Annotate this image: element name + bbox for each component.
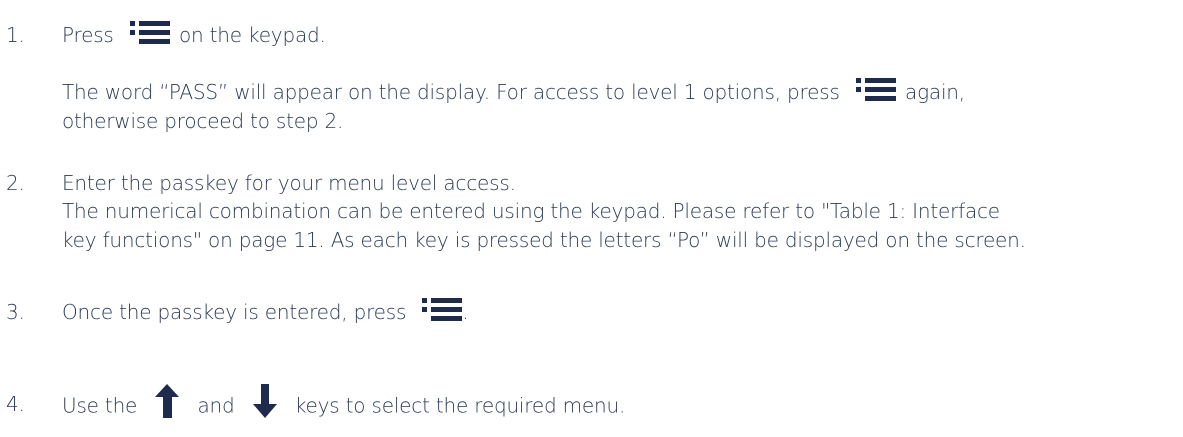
step-2-line-3: key functions" on page 11. As each key i… — [62, 228, 1026, 252]
step-text: keys to select the required menu. — [294, 393, 626, 418]
arrow-up-icon — [155, 384, 180, 418]
note-text: again, — [905, 80, 965, 104]
step-1-note-line-2: otherwise proceed to step 2. — [62, 109, 344, 133]
step-4-line: Use the and keys to select the required … — [62, 384, 626, 424]
step-text: on the keypad. — [178, 23, 326, 47]
step-1-note-line-1: The word “PASS” will appear on the displ… — [62, 77, 965, 106]
step-number: 2. — [6, 171, 25, 195]
step-text: and — [197, 393, 235, 418]
step-number: 4. — [6, 392, 25, 416]
step-number: 1. — [6, 23, 25, 47]
step-2-line-1: Enter the passkey for your menu level ac… — [62, 171, 516, 195]
step-text: Press — [62, 23, 114, 47]
step-2-line-2: The numerical combination can be entered… — [62, 199, 1000, 223]
step-3-line: Once the passkey is entered, press . — [62, 297, 469, 326]
menu-icon — [855, 77, 896, 102]
step-number: 3. — [6, 300, 25, 324]
step-text: Use the — [62, 393, 138, 418]
step-text: . — [462, 300, 469, 324]
note-text: The word “PASS” will appear on the displ… — [62, 80, 840, 104]
step-1-line: Press on the keypad. — [62, 20, 326, 49]
step-text: Once the passkey is entered, press — [62, 300, 407, 324]
menu-icon — [422, 297, 463, 322]
menu-icon — [129, 20, 170, 45]
arrow-down-icon — [252, 384, 277, 418]
